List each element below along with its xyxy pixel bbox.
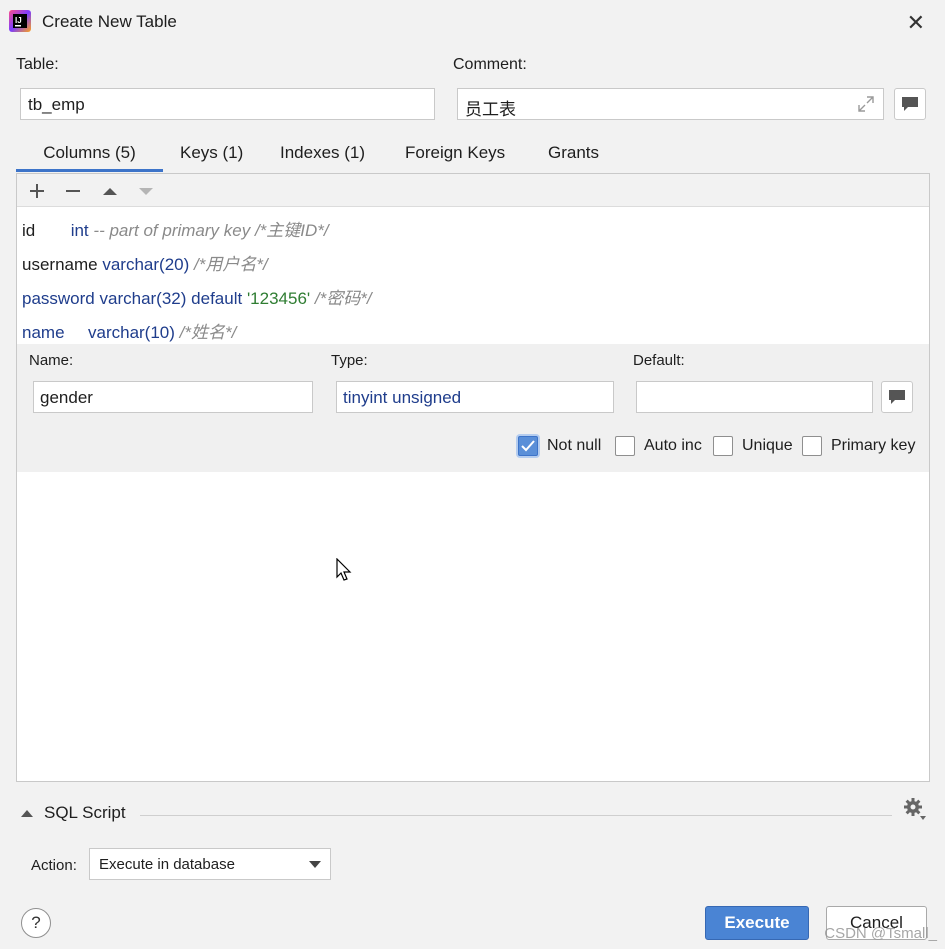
column-editor: Name: gender Type: tinyint unsigned Defa… [17,344,929,472]
mouse-cursor-icon [336,558,352,581]
column-comment: /*姓名*/ [179,323,237,342]
dialog-title: Create New Table [42,12,177,31]
expand-icon[interactable] [857,95,875,113]
column-default-input[interactable] [636,381,873,413]
column-name: id [22,221,36,240]
type-label: Type: [331,352,368,369]
intellij-idea-icon: IJ [9,10,31,32]
columns-toolbar [17,174,929,207]
comment-value: 员工表 [465,100,516,119]
column-comment: /*密码*/ [314,289,372,308]
tab-grants[interactable]: Grants [548,138,599,172]
tab-indexes[interactable]: Indexes (1) [280,138,365,172]
watermark: CSDN @Tsmall_ [824,925,937,942]
plus-icon[interactable] [26,180,48,202]
column-row-password[interactable]: password varchar(32) default '123456' /*… [22,284,372,309]
sql-script-toggle[interactable]: SQL Script [20,803,126,823]
primary-key-checkbox[interactable]: Primary key [802,436,915,456]
column-comment-button[interactable] [881,381,913,413]
action-select-value: Execute in database [99,856,235,873]
chevron-down-icon [309,861,321,868]
column-default-value: '123456' [246,289,311,308]
help-button[interactable]: ? [21,908,51,938]
close-icon[interactable]: ✕ [907,10,925,36]
minus-icon[interactable] [62,180,84,202]
comment-input[interactable]: 员工表 [457,88,884,120]
column-name: username [22,255,98,274]
column-name-input[interactable]: gender [33,381,313,413]
table-name-input[interactable]: tb_emp [20,88,435,120]
arrow-up-icon[interactable] [99,180,121,202]
tab-foreign-keys[interactable]: Foreign Keys [405,138,505,172]
table-label: Table: [16,56,59,73]
not-null-checkbox[interactable]: Not null [518,436,601,456]
tab-keys[interactable]: Keys (1) [180,138,243,172]
column-name: name [22,323,65,342]
execute-button[interactable]: Execute [705,906,809,940]
speech-bubble-icon [889,390,905,404]
column-row-username[interactable]: username varchar(20) /*用户名*/ [22,250,268,275]
column-row-id[interactable]: id int -- part of primary key /*主键ID*/ [22,216,329,241]
column-name: password [22,289,95,308]
speech-bubble-icon [902,97,918,111]
action-select[interactable]: Execute in database [89,848,331,880]
column-type: int [70,221,89,240]
column-row-name[interactable]: name varchar(10) /*姓名*/ [22,318,236,343]
arrow-down-icon[interactable] [135,180,157,202]
column-comment: -- part of primary key /*主键ID*/ [93,221,329,240]
column-type-input[interactable]: tinyint unsigned [336,381,614,413]
columns-panel: id int -- part of primary key /*主键ID*/ u… [16,173,930,782]
column-type: varchar(32) [99,289,187,308]
action-label: Action: [31,857,77,874]
collapse-arrow-icon [21,810,33,817]
checkmark-icon [518,436,538,456]
divider [140,815,892,816]
checkbox-label: Unique [742,437,793,454]
sql-script-label: SQL Script [44,803,126,822]
column-comment: /*用户名*/ [194,255,268,274]
column-type: varchar(10) [88,323,175,342]
column-type: varchar(20) [102,255,190,274]
name-label: Name: [29,352,74,369]
checkbox-label: Primary key [831,437,916,454]
title-bar: IJ Create New Table ✕ [0,0,945,44]
gear-icon[interactable] [902,796,928,822]
checkbox-label: Auto inc [644,437,702,454]
svg-text:IJ: IJ [15,16,22,25]
unique-checkbox[interactable]: Unique [713,436,793,456]
comment-label: Comment: [453,56,527,73]
column-default-keyword: default [191,289,243,308]
checkbox-label: Not null [547,437,602,454]
default-label: Default: [633,352,685,369]
tab-columns[interactable]: Columns (5) [16,138,163,172]
auto-inc-checkbox[interactable]: Auto inc [615,436,702,456]
comment-editor-button[interactable] [894,88,926,120]
